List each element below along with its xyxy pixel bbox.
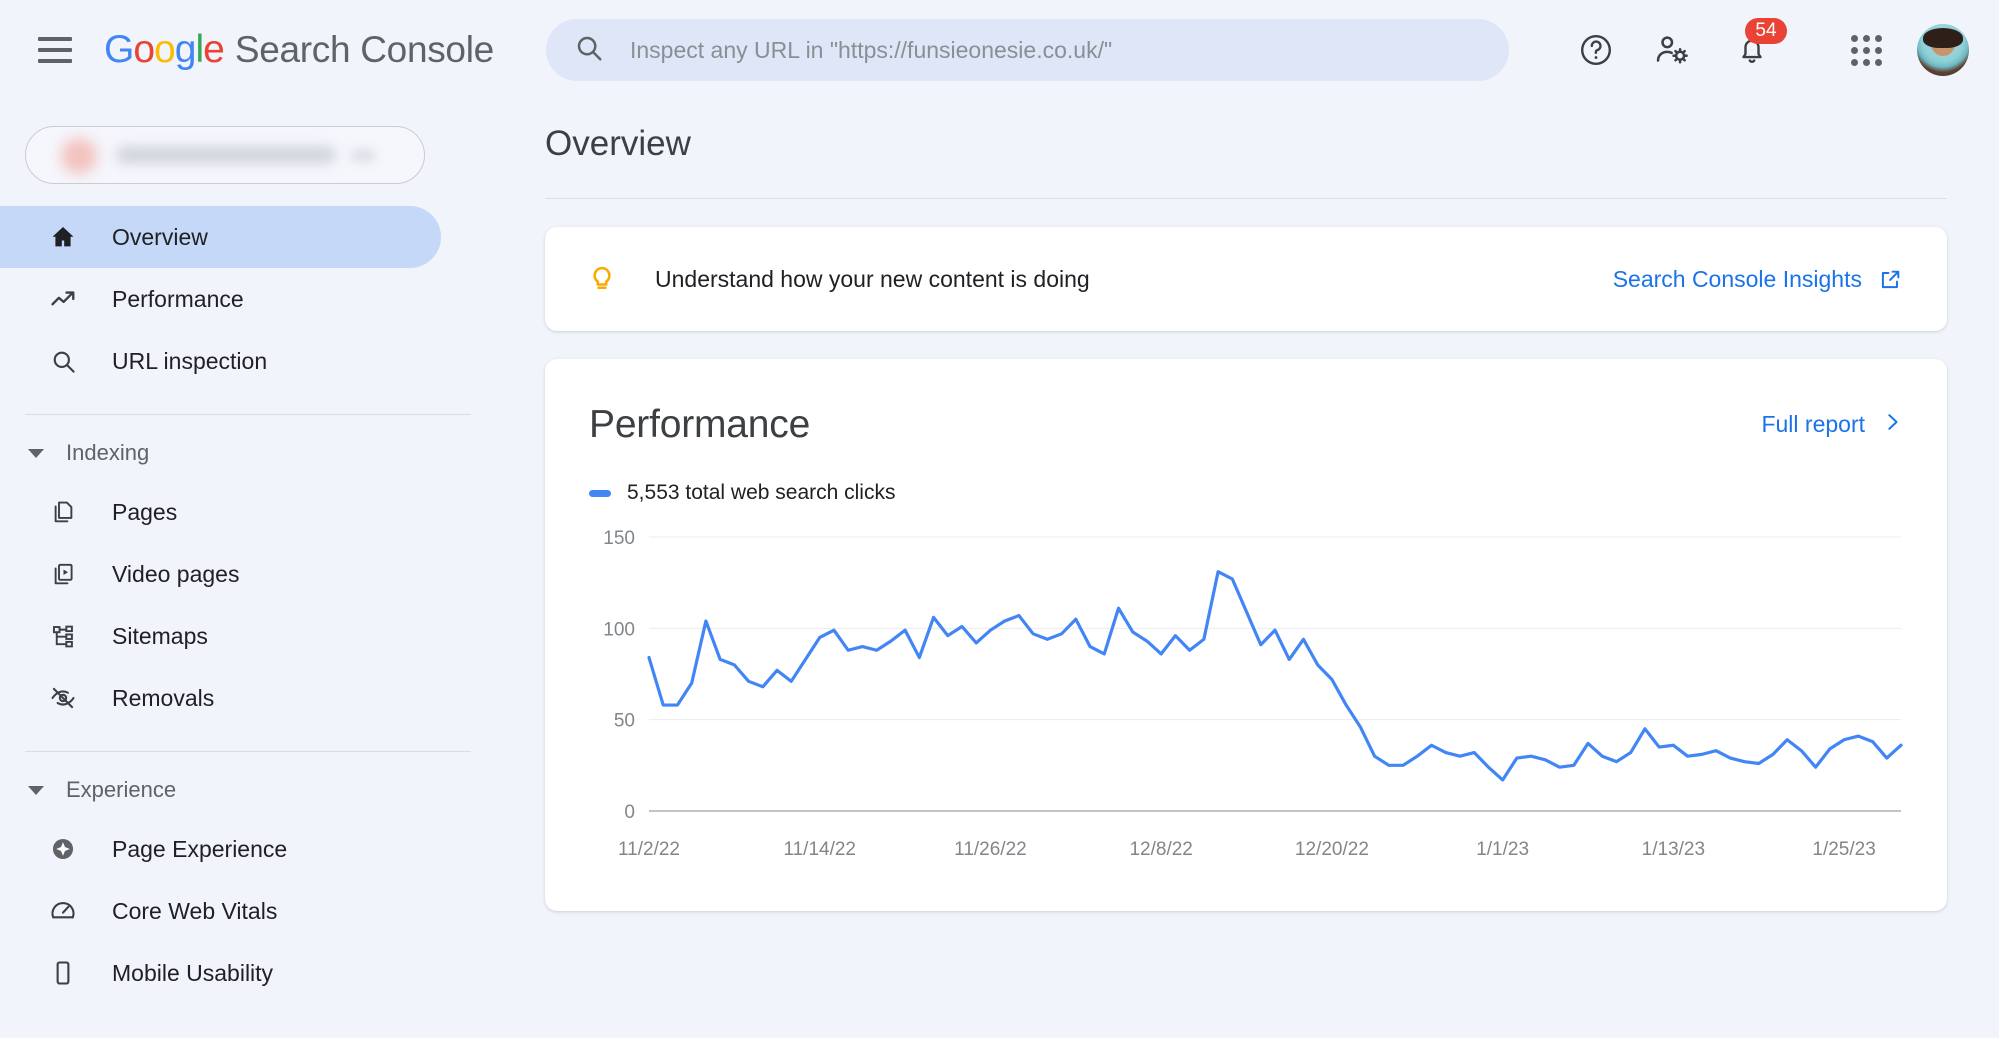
title-divider bbox=[545, 198, 1947, 199]
property-favicon-redacted bbox=[61, 138, 97, 174]
eye-off-icon bbox=[48, 683, 78, 713]
sidebar-item-sitemaps[interactable]: Sitemaps bbox=[0, 605, 441, 667]
sidebar-item-page-experience[interactable]: Page Experience bbox=[0, 818, 441, 880]
svg-text:150: 150 bbox=[603, 529, 635, 549]
chevron-down-icon bbox=[28, 786, 44, 795]
sidebar-item-label: Performance bbox=[112, 286, 244, 313]
chart-x-tick: 12/8/22 bbox=[1129, 839, 1192, 861]
top-bar-actions: 54 bbox=[1567, 0, 1999, 100]
full-report-label: Full report bbox=[1761, 411, 1865, 438]
sidebar-item-label: Sitemaps bbox=[112, 623, 208, 650]
search-icon bbox=[574, 33, 604, 68]
chart-x-axis-labels: 11/2/22 11/14/22 11/26/22 12/8/22 12/20/22 1/… bbox=[589, 829, 1903, 869]
chart-legend[interactable]: 5,553 total web search clicks bbox=[589, 481, 1903, 505]
sitemap-icon bbox=[48, 621, 78, 651]
svg-text:100: 100 bbox=[603, 619, 635, 640]
bell-icon[interactable]: 54 bbox=[1723, 21, 1781, 79]
sidebar-item-removals[interactable]: Removals bbox=[0, 667, 441, 729]
property-chevron-redacted bbox=[350, 149, 376, 162]
sidebar-group-label: Experience bbox=[66, 777, 176, 803]
external-link-icon bbox=[1878, 267, 1903, 292]
sidebar-item-pages[interactable]: Pages bbox=[0, 481, 441, 543]
mobile-phone-icon bbox=[48, 958, 78, 988]
performance-card-header: Performance Full report bbox=[589, 403, 1903, 447]
sidebar-divider-2 bbox=[25, 751, 471, 752]
search-console-insights-link[interactable]: Search Console Insights bbox=[1613, 266, 1903, 293]
main-content: Overview Understand how your new content… bbox=[531, 100, 1999, 1038]
sidebar-divider-1 bbox=[25, 414, 471, 415]
help-circle-icon[interactable] bbox=[1567, 21, 1625, 79]
video-pages-icon bbox=[48, 559, 78, 589]
sidebar: Overview Performance URL inspection Inde… bbox=[0, 100, 531, 1038]
google-logo: Google bbox=[104, 28, 224, 72]
trending-up-icon bbox=[48, 284, 78, 314]
page-experience-icon bbox=[48, 834, 78, 864]
chart-x-tick: 1/1/23 bbox=[1476, 839, 1529, 861]
page-title: Overview bbox=[545, 124, 1999, 164]
top-app-bar: Google Search Console bbox=[0, 0, 1999, 100]
notification-badge: 54 bbox=[1745, 18, 1787, 44]
legend-label: 5,553 total web search clicks bbox=[627, 481, 895, 505]
sidebar-item-label: Page Experience bbox=[112, 836, 287, 863]
insights-link-label: Search Console Insights bbox=[1613, 266, 1862, 293]
chevron-right-icon bbox=[1881, 411, 1903, 438]
sidebar-item-core-web-vitals[interactable]: Core Web Vitals bbox=[0, 880, 441, 942]
url-inspection-search-bar[interactable] bbox=[546, 19, 1509, 81]
sidebar-item-label: Video pages bbox=[112, 561, 239, 588]
legend-color-swatch bbox=[589, 490, 611, 497]
performance-title: Performance bbox=[589, 403, 810, 447]
performance-line-chart: 0 50 100 150 bbox=[589, 529, 1919, 829]
sidebar-item-label: URL inspection bbox=[112, 348, 267, 375]
product-name: Search Console bbox=[235, 29, 494, 71]
full-report-link[interactable]: Full report bbox=[1761, 411, 1903, 438]
sidebar-item-label: Overview bbox=[112, 224, 208, 251]
sidebar-item-label: Core Web Vitals bbox=[112, 898, 277, 925]
sidebar-item-label: Pages bbox=[112, 499, 177, 526]
sidebar-item-label: Removals bbox=[112, 685, 214, 712]
svg-text:50: 50 bbox=[614, 711, 635, 732]
sidebar-item-performance[interactable]: Performance bbox=[0, 268, 441, 330]
sidebar-item-video-pages[interactable]: Video pages bbox=[0, 543, 441, 605]
chart-x-tick: 12/20/22 bbox=[1295, 839, 1369, 861]
home-icon bbox=[48, 222, 78, 252]
insights-banner: Understand how your new content is doing… bbox=[545, 227, 1947, 331]
apps-grid-icon[interactable] bbox=[1837, 21, 1895, 79]
property-name-redacted bbox=[116, 146, 336, 164]
performance-chart[interactable]: 050100150 11/2/2211/14/2211/26/2212/8/22… bbox=[589, 529, 1903, 829]
sidebar-item-url-inspection[interactable]: URL inspection bbox=[0, 330, 441, 392]
avatar[interactable] bbox=[1917, 24, 1969, 76]
sidebar-group-indexing[interactable]: Indexing bbox=[0, 425, 531, 481]
sidebar-item-mobile-usability[interactable]: Mobile Usability bbox=[0, 942, 441, 1004]
chart-x-tick: 11/14/22 bbox=[783, 839, 856, 861]
chevron-down-icon bbox=[28, 449, 44, 458]
search-icon bbox=[48, 346, 78, 376]
search-input[interactable] bbox=[630, 37, 1470, 64]
property-selector[interactable] bbox=[25, 126, 425, 184]
sidebar-item-label: Mobile Usability bbox=[112, 960, 273, 987]
person-gear-icon[interactable] bbox=[1643, 21, 1701, 79]
chart-x-tick: 11/26/22 bbox=[954, 839, 1027, 861]
sidebar-item-overview[interactable]: Overview bbox=[0, 206, 441, 268]
svg-text:0: 0 bbox=[624, 802, 635, 823]
chart-x-tick: 1/25/23 bbox=[1812, 839, 1875, 861]
sidebar-group-label: Indexing bbox=[66, 440, 149, 466]
insights-banner-text: Understand how your new content is doing bbox=[655, 266, 1613, 293]
chart-x-tick: 11/2/22 bbox=[618, 839, 680, 861]
lightbulb-icon bbox=[585, 260, 619, 299]
pages-copy-icon bbox=[48, 497, 78, 527]
chart-x-tick: 1/13/23 bbox=[1642, 839, 1705, 861]
speedometer-icon bbox=[48, 896, 78, 926]
sidebar-primary-nav: Overview Performance URL inspection bbox=[0, 206, 531, 392]
performance-card: Performance Full report 5,553 total web … bbox=[545, 359, 1947, 911]
sidebar-group-experience[interactable]: Experience bbox=[0, 762, 531, 818]
menu-icon[interactable] bbox=[38, 37, 72, 63]
app-brand[interactable]: Google Search Console bbox=[104, 28, 494, 72]
